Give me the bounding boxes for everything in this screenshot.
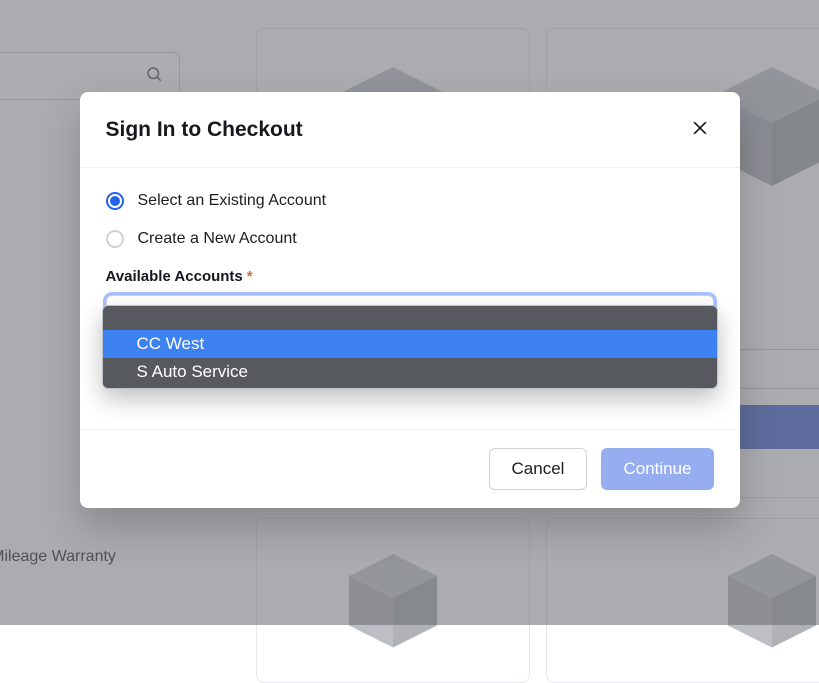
radio-input[interactable]: [106, 230, 124, 248]
modal-header: Sign In to Checkout: [80, 92, 740, 168]
radio-existing-account[interactable]: Select an Existing Account: [106, 192, 714, 210]
available-accounts-dropdown[interactable]: CC West S Auto Service: [102, 305, 718, 389]
close-icon: [690, 126, 710, 141]
available-accounts-label: Available Accounts *: [106, 268, 714, 285]
modal-body: Select an Existing Account Create a New …: [80, 168, 740, 429]
radio-label: Select an Existing Account: [138, 192, 327, 210]
field-label-text: Available Accounts: [106, 268, 243, 285]
dropdown-option-cc-west[interactable]: CC West: [103, 330, 717, 358]
modal-title: Sign In to Checkout: [106, 118, 303, 142]
check-icon: [102, 312, 103, 326]
radio-input[interactable]: [106, 192, 124, 210]
required-asterisk: *: [247, 268, 253, 285]
radio-create-account[interactable]: Create a New Account: [106, 230, 714, 248]
dropdown-option-s-auto-service[interactable]: S Auto Service: [103, 358, 717, 386]
dropdown-option-label: CC West: [137, 334, 205, 354]
modal-overlay: Sign In to Checkout Select an Existing A…: [0, 0, 819, 625]
dropdown-option-blank[interactable]: [103, 308, 717, 330]
continue-button[interactable]: Continue: [601, 448, 713, 490]
cancel-button[interactable]: Cancel: [489, 448, 588, 490]
modal-footer: Cancel Continue: [80, 429, 740, 508]
checkout-signin-modal: Sign In to Checkout Select an Existing A…: [80, 92, 740, 508]
radio-label: Create a New Account: [138, 230, 297, 248]
close-button[interactable]: [686, 114, 714, 145]
dropdown-option-label: S Auto Service: [137, 362, 249, 382]
